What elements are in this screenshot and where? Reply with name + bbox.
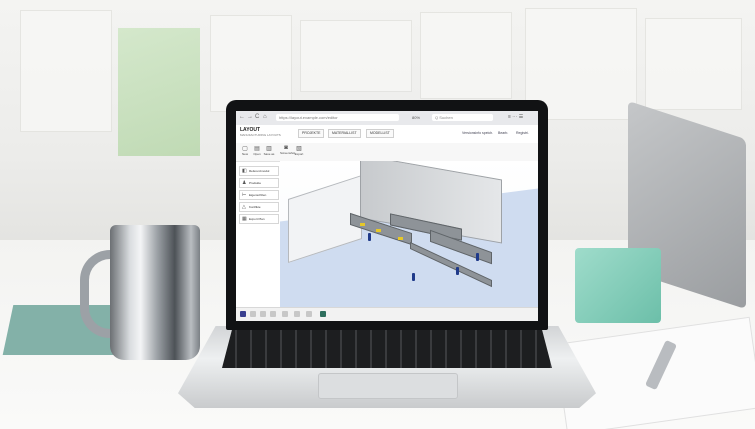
measure-icon[interactable] bbox=[270, 311, 276, 317]
laptop-keyboard bbox=[222, 330, 552, 368]
star-sticky-note bbox=[118, 28, 200, 156]
work-piece bbox=[376, 229, 381, 232]
tab-materiallist[interactable]: MATERIALLIST bbox=[328, 129, 361, 138]
export-button[interactable]: ▧ Export bbox=[293, 145, 305, 156]
register-link[interactable]: Registri. bbox=[516, 131, 529, 135]
editor-toolbar: ▢ New ▤ Open ▥ Save as ◙ Screenshot ▧ Ex… bbox=[236, 143, 538, 162]
worker-figure bbox=[456, 267, 459, 275]
wall-paper bbox=[210, 15, 292, 112]
photo-scene: ← → C ⌂ https://layout.example.com/edito… bbox=[0, 0, 755, 429]
camera-icon[interactable] bbox=[320, 311, 326, 317]
worker-figure bbox=[476, 253, 479, 261]
zoom-level[interactable]: 80% bbox=[412, 115, 420, 120]
side-panel: ◧ Referenzmodul ♟ Produkte ⊢ Eigenschften △… bbox=[239, 166, 279, 226]
app-header: LAYOUT MANUFACTURING LAYOUTS PROJEKTE MA… bbox=[236, 125, 538, 144]
work-piece bbox=[398, 237, 403, 240]
grid-icon[interactable] bbox=[240, 311, 246, 317]
open-button[interactable]: ▤ Open bbox=[251, 145, 263, 156]
layer-icon[interactable] bbox=[282, 311, 288, 317]
green-speaker bbox=[575, 248, 661, 323]
sidebar-item-produkte[interactable]: ♟ Produkte bbox=[239, 178, 279, 188]
tool-label: Export bbox=[294, 152, 304, 156]
wall-paper bbox=[420, 12, 512, 99]
open-icon: ▤ bbox=[254, 146, 260, 152]
3d-viewport[interactable] bbox=[280, 161, 538, 307]
file-icon: ▢ bbox=[242, 146, 248, 152]
wall-paper bbox=[645, 18, 742, 110]
person-icon: ♟ bbox=[242, 180, 247, 186]
sidebar-item-label: Konflikte bbox=[249, 205, 261, 209]
forward-icon[interactable]: → bbox=[247, 114, 253, 120]
home-icon[interactable]: ⌂ bbox=[263, 114, 267, 120]
rotate-icon[interactable] bbox=[260, 311, 266, 317]
sidebar-item-label: Referenzmodul bbox=[249, 169, 270, 173]
warning-icon: △ bbox=[242, 204, 246, 210]
view-icon[interactable] bbox=[294, 311, 300, 317]
properties-icon: ⊢ bbox=[242, 192, 247, 198]
sidebar-item-label: Eigenschften bbox=[249, 193, 267, 197]
book-icon: ◧ bbox=[242, 168, 247, 174]
logo-subtitle: MANUFACTURING LAYOUTS bbox=[240, 133, 281, 137]
tool-label: New bbox=[241, 152, 248, 156]
settings-icon[interactable] bbox=[306, 311, 312, 317]
browser-menu-icon[interactable]: ≡ ⋯ ☰ bbox=[508, 114, 523, 120]
wall-paper bbox=[300, 20, 412, 92]
save-icon: ▥ bbox=[266, 146, 272, 152]
tool-label: Open bbox=[253, 152, 261, 156]
sidebar-item-export-plan[interactable]: ▦ Export Plan bbox=[239, 214, 279, 224]
save-version-link[interactable]: Versionsinfo speich. bbox=[462, 131, 493, 135]
wall-paper bbox=[20, 10, 112, 132]
worker-figure bbox=[412, 273, 415, 281]
address-bar[interactable]: https://layout.example.com/editor bbox=[276, 114, 399, 121]
screenshot-button[interactable]: ◙ Screenshot bbox=[280, 145, 295, 155]
sidebar-item-label: Export Plan bbox=[249, 217, 265, 221]
worker-figure bbox=[368, 233, 371, 241]
app-logo: LAYOUT MANUFACTURING LAYOUTS bbox=[240, 128, 281, 138]
browser-search[interactable]: Q Suchen bbox=[432, 114, 493, 121]
browser-toolbar: ← → C ⌂ https://layout.example.com/edito… bbox=[236, 111, 538, 126]
reload-icon[interactable]: C bbox=[255, 114, 259, 120]
export-icon: ▧ bbox=[296, 146, 302, 152]
work-piece bbox=[360, 223, 365, 226]
save-as-button[interactable]: ▥ Save as bbox=[263, 145, 275, 156]
new-button[interactable]: ▢ New bbox=[239, 145, 251, 156]
sidebar-item-referenzmodul[interactable]: ◧ Referenzmodul bbox=[239, 166, 279, 176]
edit-link[interactable]: Bearb. bbox=[498, 131, 508, 135]
sidebar-item-eigenschaften[interactable]: ⊢ Eigenschften bbox=[239, 190, 279, 200]
laptop-trackpad bbox=[318, 373, 458, 399]
move-icon[interactable] bbox=[250, 311, 256, 317]
metal-mug bbox=[110, 225, 200, 360]
sidebar-item-konflikte[interactable]: △ Konflikte bbox=[239, 202, 279, 212]
back-icon[interactable]: ← bbox=[239, 114, 245, 120]
laptop-screen: ← → C ⌂ https://layout.example.com/edito… bbox=[236, 111, 538, 321]
sidebar-item-label: Produkte bbox=[249, 181, 262, 185]
status-toolbar bbox=[236, 307, 538, 321]
tab-modellist[interactable]: MODELLIST bbox=[366, 129, 394, 138]
tool-label: Save as bbox=[263, 152, 275, 156]
layout-icon: ▦ bbox=[242, 216, 247, 222]
tab-projekte[interactable]: PROJEKTE bbox=[298, 129, 325, 138]
